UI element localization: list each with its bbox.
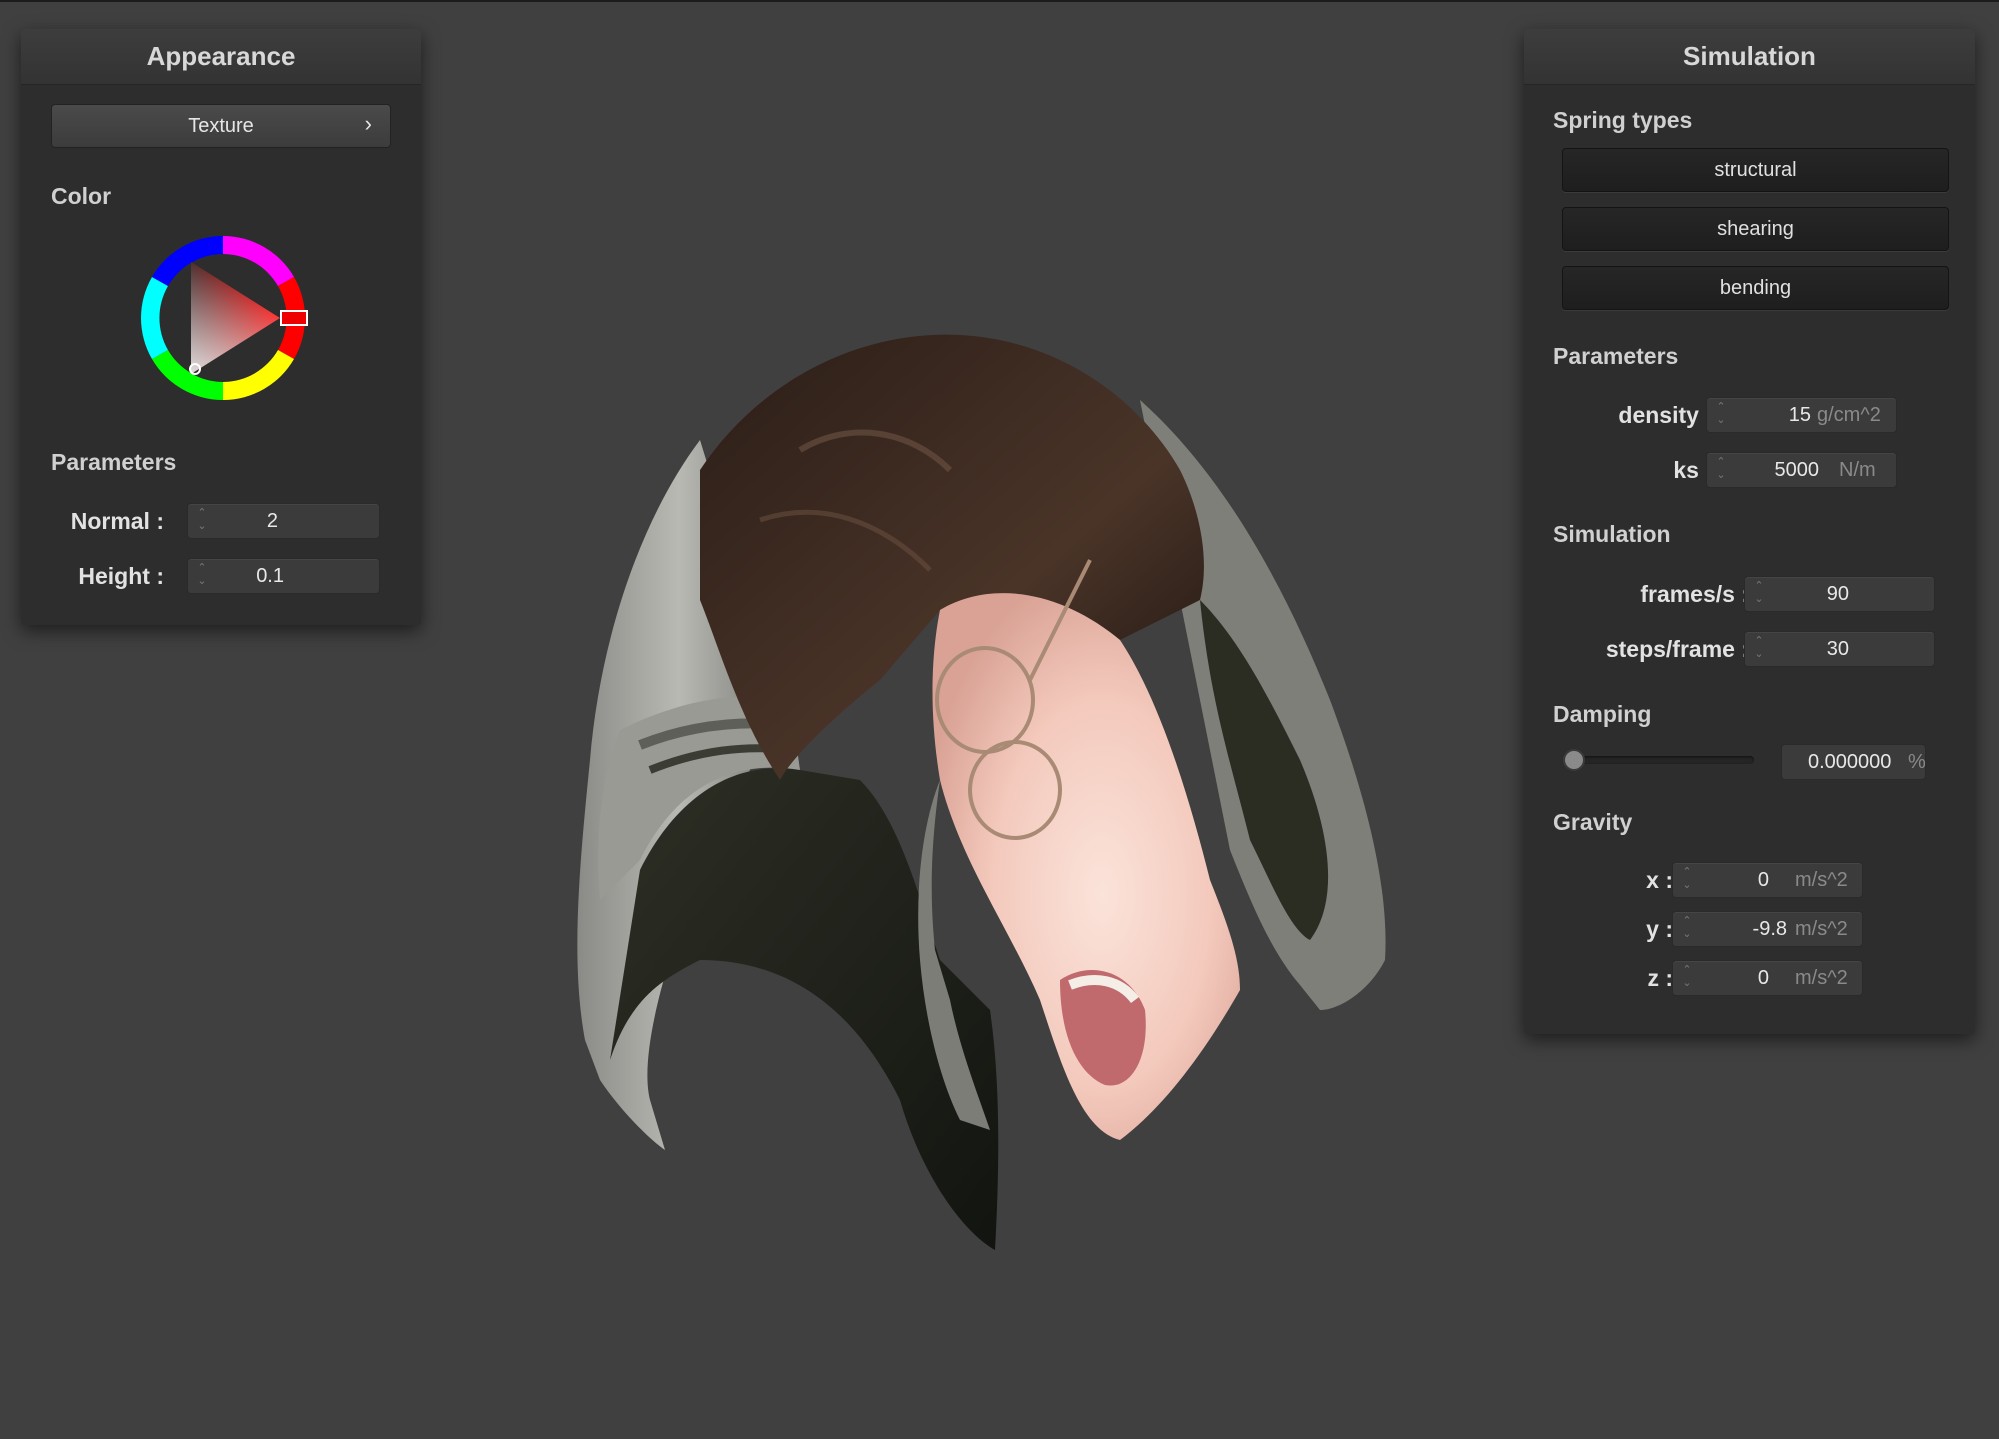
gravity-z-input[interactable]: ⌃ ⌄ 0 m/s^2 xyxy=(1672,960,1863,996)
density-label: density : xyxy=(1618,402,1713,428)
up-down-arrows-icon[interactable]: ⌃ ⌄ xyxy=(1753,635,1765,663)
gravity-heading: Gravity xyxy=(1553,809,1633,835)
frames-input[interactable]: ⌃ ⌄ 90 xyxy=(1744,576,1935,612)
spring-shearing-label: shearing xyxy=(1717,218,1794,240)
up-down-arrows-icon[interactable]: ⌃ ⌄ xyxy=(196,562,208,590)
spring-bending-button[interactable]: bending xyxy=(1562,266,1949,310)
color-heading: Color xyxy=(51,183,112,209)
color-wheel[interactable] xyxy=(133,228,313,408)
simulation-panel-title[interactable]: Simulation xyxy=(1524,29,1975,85)
ks-label: ks : xyxy=(1673,457,1713,483)
up-down-arrows-icon[interactable]: ⌃ ⌄ xyxy=(1715,401,1727,429)
appearance-panel-title[interactable]: Appearance xyxy=(21,29,421,85)
up-down-arrows-icon[interactable]: ⌃ ⌄ xyxy=(1753,580,1765,608)
chevron-right-icon: › xyxy=(364,111,372,136)
density-unit: g/cm^2 xyxy=(1817,404,1881,426)
up-down-arrows-icon[interactable]: ⌃ ⌄ xyxy=(1681,964,1693,992)
gravity-x-label: x : xyxy=(1646,867,1673,893)
gravity-x-unit: m/s^2 xyxy=(1795,869,1848,891)
appearance-parameters-heading: Parameters xyxy=(51,449,177,475)
up-down-arrows-icon[interactable]: ⌃ ⌄ xyxy=(1681,915,1693,943)
steps-input[interactable]: ⌃ ⌄ 30 xyxy=(1744,631,1935,667)
gravity-z-value: 0 xyxy=(1757,967,1769,989)
up-down-arrows-icon[interactable]: ⌃ ⌄ xyxy=(196,507,208,535)
damping-unit: % xyxy=(1908,751,1926,773)
damping-slider-knob[interactable] xyxy=(1563,749,1585,771)
ks-unit: N/m xyxy=(1839,459,1876,481)
spring-shearing-button[interactable]: shearing xyxy=(1562,207,1949,251)
height-label: Height : xyxy=(78,563,164,589)
simulation-panel: Simulation Spring types structural shear… xyxy=(1524,29,1975,1034)
simulation-parameters-heading: Parameters xyxy=(1553,343,1679,369)
texture-button-label: Texture xyxy=(188,115,254,137)
height-value: 0.1 xyxy=(256,565,284,587)
damping-slider[interactable] xyxy=(1569,756,1754,764)
density-value: 15 xyxy=(1788,404,1811,426)
gravity-x-input[interactable]: ⌃ ⌄ 0 m/s^2 xyxy=(1672,862,1863,898)
normal-label: Normal : xyxy=(70,508,164,534)
spring-types-heading: Spring types xyxy=(1553,107,1693,133)
ks-input[interactable]: ⌃ ⌄ 5000 N/m xyxy=(1706,452,1897,488)
gravity-z-unit: m/s^2 xyxy=(1795,967,1848,989)
up-down-arrows-icon[interactable]: ⌃ ⌄ xyxy=(1715,456,1727,484)
gravity-y-value: -9.8 xyxy=(1752,918,1787,940)
gravity-x-value: 0 xyxy=(1757,869,1769,891)
hue-marker xyxy=(280,310,308,326)
gravity-y-input[interactable]: ⌃ ⌄ -9.8 m/s^2 xyxy=(1672,911,1863,947)
density-input[interactable]: ⌃ ⌄ 15 g/cm^2 xyxy=(1706,397,1897,433)
damping-value: 0.000000 xyxy=(1808,751,1892,773)
gravity-y-unit: m/s^2 xyxy=(1795,918,1848,940)
spring-structural-button[interactable]: structural xyxy=(1562,148,1949,192)
appearance-panel: Appearance Texture › Color Parameters No… xyxy=(21,29,421,625)
normal-input[interactable]: ⌃ ⌄ 2 xyxy=(187,503,380,539)
spring-bending-label: bending xyxy=(1719,277,1792,299)
steps-value: 30 xyxy=(1826,638,1849,660)
texture-button[interactable]: Texture › xyxy=(51,104,391,148)
frames-value: 90 xyxy=(1826,583,1849,605)
simulation-settings-heading: Simulation xyxy=(1553,521,1671,547)
damping-heading: Damping xyxy=(1553,701,1652,727)
up-down-arrows-icon[interactable]: ⌃ ⌄ xyxy=(1681,866,1693,894)
normal-value: 2 xyxy=(266,510,278,532)
height-input[interactable]: ⌃ ⌄ 0.1 xyxy=(187,558,380,594)
ks-value: 5000 xyxy=(1774,459,1820,481)
spring-structural-label: structural xyxy=(1714,159,1797,181)
steps-label: steps/frame : xyxy=(1605,636,1749,662)
damping-input[interactable]: 0.000000 % xyxy=(1781,744,1926,780)
frames-label: frames/s : xyxy=(1640,581,1749,607)
gravity-y-label: y : xyxy=(1646,916,1673,942)
gravity-z-label: z : xyxy=(1647,965,1673,991)
